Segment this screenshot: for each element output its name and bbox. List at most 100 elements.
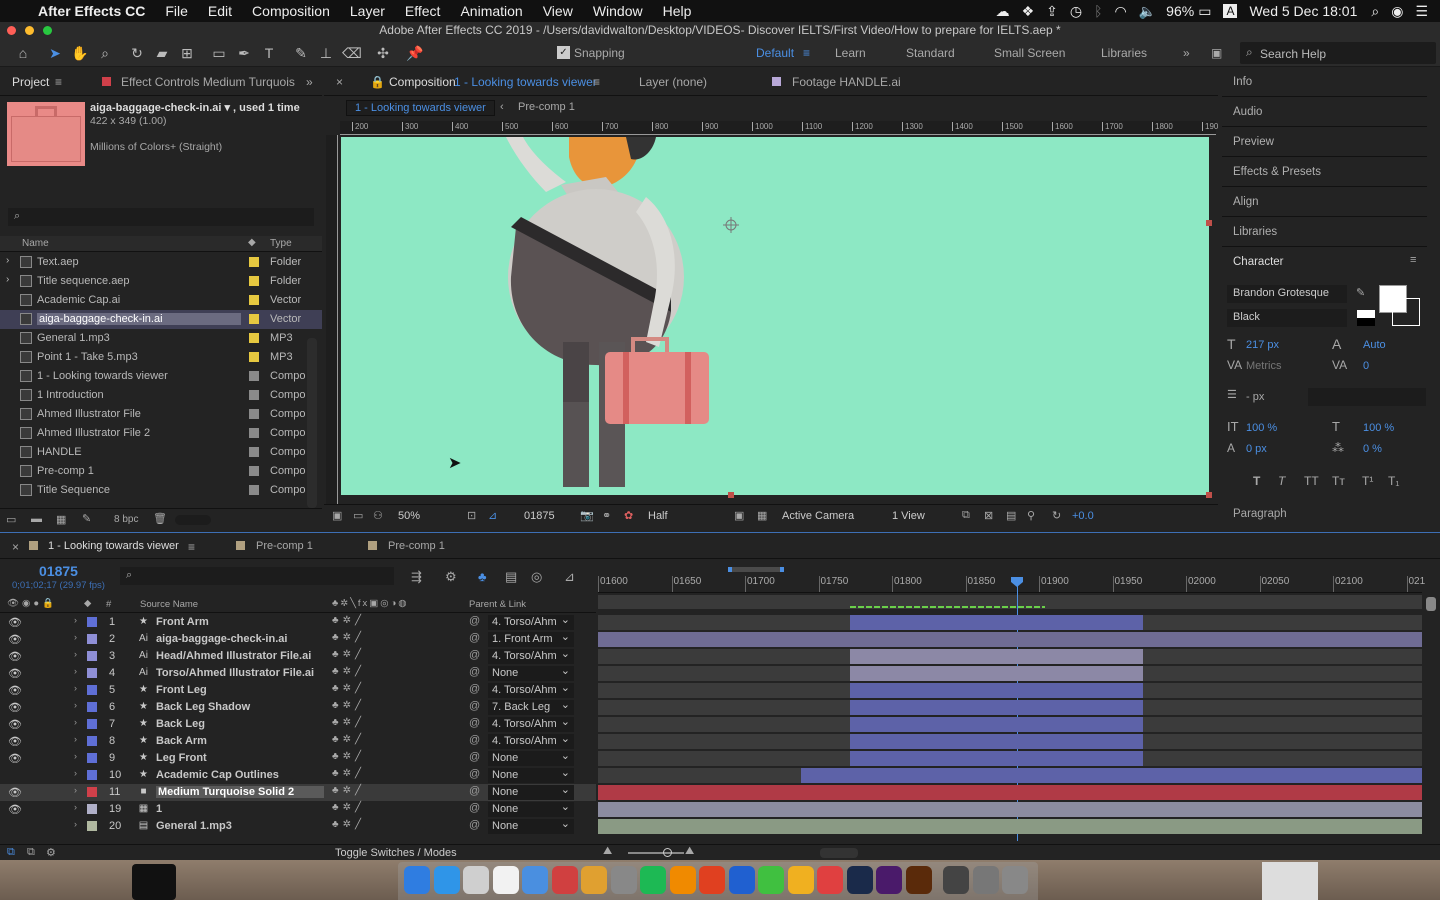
expand-layer-icon[interactable]: › bbox=[74, 683, 77, 693]
clock[interactable]: Wed 5 Dec 18:01 bbox=[1249, 3, 1357, 19]
toggle-pixel-aspect-icon[interactable]: ⧉ bbox=[962, 509, 970, 522]
layer-source-name[interactable]: Back Leg Shadow bbox=[156, 701, 250, 713]
layer-duration-bar[interactable] bbox=[850, 666, 1143, 681]
parent-select[interactable]: 7. Back Leg bbox=[488, 698, 574, 715]
always-preview-icon[interactable]: ▣ bbox=[332, 509, 342, 522]
label-color-swatch[interactable] bbox=[249, 295, 259, 305]
right-panel-info[interactable]: Info bbox=[1222, 68, 1427, 97]
parent-select[interactable]: 1. Front Arm bbox=[488, 630, 574, 647]
expand-layer-icon[interactable]: › bbox=[74, 666, 77, 676]
layer-switches[interactable]: ♣✲╱ bbox=[332, 632, 365, 643]
dock-chrome-icon[interactable] bbox=[817, 866, 843, 894]
tracking-value[interactable]: 0 bbox=[1363, 360, 1369, 372]
layer-label-swatch[interactable] bbox=[87, 685, 97, 695]
dock-excel-icon[interactable] bbox=[758, 866, 784, 894]
time-machine-icon[interactable]: ◷ bbox=[1070, 3, 1082, 20]
roto-brush-tool-icon[interactable]: ✣ bbox=[374, 44, 392, 62]
project-item[interactable]: Title Sequence Compo bbox=[0, 481, 322, 500]
label-color-swatch[interactable] bbox=[249, 352, 259, 362]
menu-effect[interactable]: Effect bbox=[405, 3, 441, 19]
pickwhip-icon[interactable]: @ bbox=[469, 751, 480, 763]
layer-duration-bar[interactable] bbox=[850, 717, 1143, 732]
layer-row[interactable]: 👁 › 4 Ai Torso/Ahmed Illustrator File.ai… bbox=[0, 664, 596, 682]
lock-icon[interactable]: 🔒 bbox=[370, 75, 385, 89]
snapshot-icon[interactable]: 📷 bbox=[580, 509, 594, 522]
faux-bold-icon[interactable]: T bbox=[1253, 474, 1260, 488]
mask-visibility-icon[interactable]: ⊿ bbox=[488, 509, 497, 522]
dock-system-prefs-icon[interactable] bbox=[610, 866, 637, 894]
more-tabs-icon[interactable]: » bbox=[306, 75, 313, 89]
eye-icon[interactable]: 👁 bbox=[8, 667, 22, 680]
panel-toggle-icon[interactable]: ▣ bbox=[1211, 46, 1222, 60]
tab-composition-name[interactable]: 1 - Looking towards viewer bbox=[454, 75, 597, 89]
bit-depth-label[interactable]: 8 bpc bbox=[114, 514, 138, 525]
pickwhip-icon[interactable]: @ bbox=[469, 802, 480, 814]
label-color-swatch[interactable] bbox=[249, 409, 259, 419]
channel-icon[interactable]: ✿ bbox=[624, 509, 633, 522]
kerning-value[interactable]: Metrics bbox=[1246, 360, 1281, 372]
horizontal-scale-value[interactable]: 100 % bbox=[1363, 422, 1394, 434]
layer-source-name[interactable]: 1 bbox=[156, 803, 162, 815]
project-item[interactable]: › Title sequence.aep Folder bbox=[0, 272, 322, 291]
expand-arrow-icon[interactable]: › bbox=[6, 274, 9, 285]
pickwhip-icon[interactable]: @ bbox=[469, 632, 480, 644]
font-size-value[interactable]: 217 px bbox=[1246, 339, 1279, 351]
volume-icon[interactable]: 🔈 bbox=[1139, 3, 1156, 20]
project-item[interactable]: Ahmed Illustrator File 2 Compo bbox=[0, 424, 322, 443]
rotate-tool-icon[interactable]: ↻ bbox=[128, 44, 146, 62]
expand-layer-icon[interactable]: › bbox=[74, 819, 77, 829]
brush-tool-icon[interactable]: ✎ bbox=[292, 44, 310, 62]
upload-icon[interactable]: ⇪ bbox=[1046, 3, 1058, 20]
zoom-tool-icon[interactable]: ⌕ bbox=[96, 44, 114, 62]
notification-center-icon[interactable]: ☰ bbox=[1415, 3, 1428, 20]
workspace-small-screen[interactable]: Small Screen bbox=[994, 46, 1065, 60]
layer-switches[interactable]: ♣✲╱ bbox=[332, 751, 365, 762]
menu-animation[interactable]: Animation bbox=[460, 3, 522, 19]
layer-label-swatch[interactable] bbox=[87, 804, 97, 814]
show-snapshot-icon[interactable]: ⚭ bbox=[602, 509, 611, 522]
layer-label-swatch[interactable] bbox=[87, 634, 97, 644]
tab-timeline-main[interactable]: 1 - Looking towards viewer bbox=[48, 540, 179, 552]
all-caps-icon[interactable]: TT bbox=[1304, 474, 1319, 488]
dock-illustrator-icon[interactable] bbox=[905, 866, 932, 894]
display-icon[interactable]: ▭ bbox=[353, 509, 363, 522]
fast-previews-icon[interactable]: ⊠ bbox=[984, 509, 993, 522]
layer-duration-bar[interactable] bbox=[598, 632, 1422, 647]
pickwhip-icon[interactable]: @ bbox=[469, 785, 480, 797]
label-color-swatch[interactable] bbox=[249, 390, 259, 400]
zoom-in-icon[interactable]: ⛰ bbox=[685, 845, 694, 858]
new-comp-icon[interactable]: ▦ bbox=[56, 513, 66, 526]
eraser-tool-icon[interactable]: ⌫ bbox=[342, 44, 362, 62]
comp-viewer-canvas[interactable] bbox=[341, 137, 1209, 495]
project-item[interactable]: General 1.mp3 MP3 bbox=[0, 329, 322, 348]
layer-switches[interactable]: ♣✲╱ bbox=[332, 717, 365, 728]
zoom-out-icon[interactable]: ⛰ bbox=[603, 845, 612, 858]
font-family-select[interactable]: Brandon Grotesque bbox=[1227, 285, 1347, 303]
stroke-width-value[interactable]: - px bbox=[1246, 391, 1264, 403]
layer-duration-bar[interactable] bbox=[850, 700, 1143, 715]
menu-layer[interactable]: Layer bbox=[350, 3, 385, 19]
layer-row[interactable]: › 10 ★ Academic Cap Outlines ♣✲╱ @ None bbox=[0, 766, 596, 784]
transparency-grid-icon[interactable]: ▦ bbox=[757, 509, 767, 522]
layer-row[interactable]: 👁 › 6 ★ Back Leg Shadow ♣✲╱ @ 7. Back Le… bbox=[0, 698, 596, 716]
layer-row[interactable]: 👁 › 11 ■ Medium Turquoise Solid 2 ♣✲╱ @ … bbox=[0, 783, 596, 801]
breadcrumb-precomp[interactable]: Pre-comp 1 bbox=[518, 101, 575, 113]
canvas-handle[interactable] bbox=[1206, 220, 1212, 226]
expand-layer-icon[interactable]: › bbox=[74, 751, 77, 761]
parent-select[interactable]: None bbox=[488, 766, 574, 783]
eye-icon[interactable]: 👁 bbox=[8, 752, 22, 765]
stroke-color-swatch[interactable] bbox=[1392, 298, 1420, 326]
tab-composition-label[interactable]: Composition bbox=[389, 75, 456, 89]
pickwhip-icon[interactable]: @ bbox=[469, 717, 480, 729]
label-color-swatch[interactable] bbox=[249, 371, 259, 381]
pen-tool-icon[interactable]: ✒ bbox=[235, 44, 253, 62]
footage-filename[interactable]: aiga-baggage-check-in.ai ▾ , used 1 time bbox=[90, 101, 300, 114]
tab-project[interactable]: Project bbox=[12, 75, 49, 89]
pickwhip-icon[interactable]: @ bbox=[469, 683, 480, 695]
default-colors-icon[interactable] bbox=[1357, 310, 1375, 326]
expand-arrow-icon[interactable]: › bbox=[6, 255, 9, 266]
expand-layer-icon[interactable]: › bbox=[74, 734, 77, 744]
toggle-switches-modes[interactable]: Toggle Switches / Modes bbox=[335, 847, 457, 859]
layer-source-name[interactable]: Back Leg bbox=[156, 718, 205, 730]
layer-source-name[interactable]: Front Arm bbox=[156, 616, 209, 628]
